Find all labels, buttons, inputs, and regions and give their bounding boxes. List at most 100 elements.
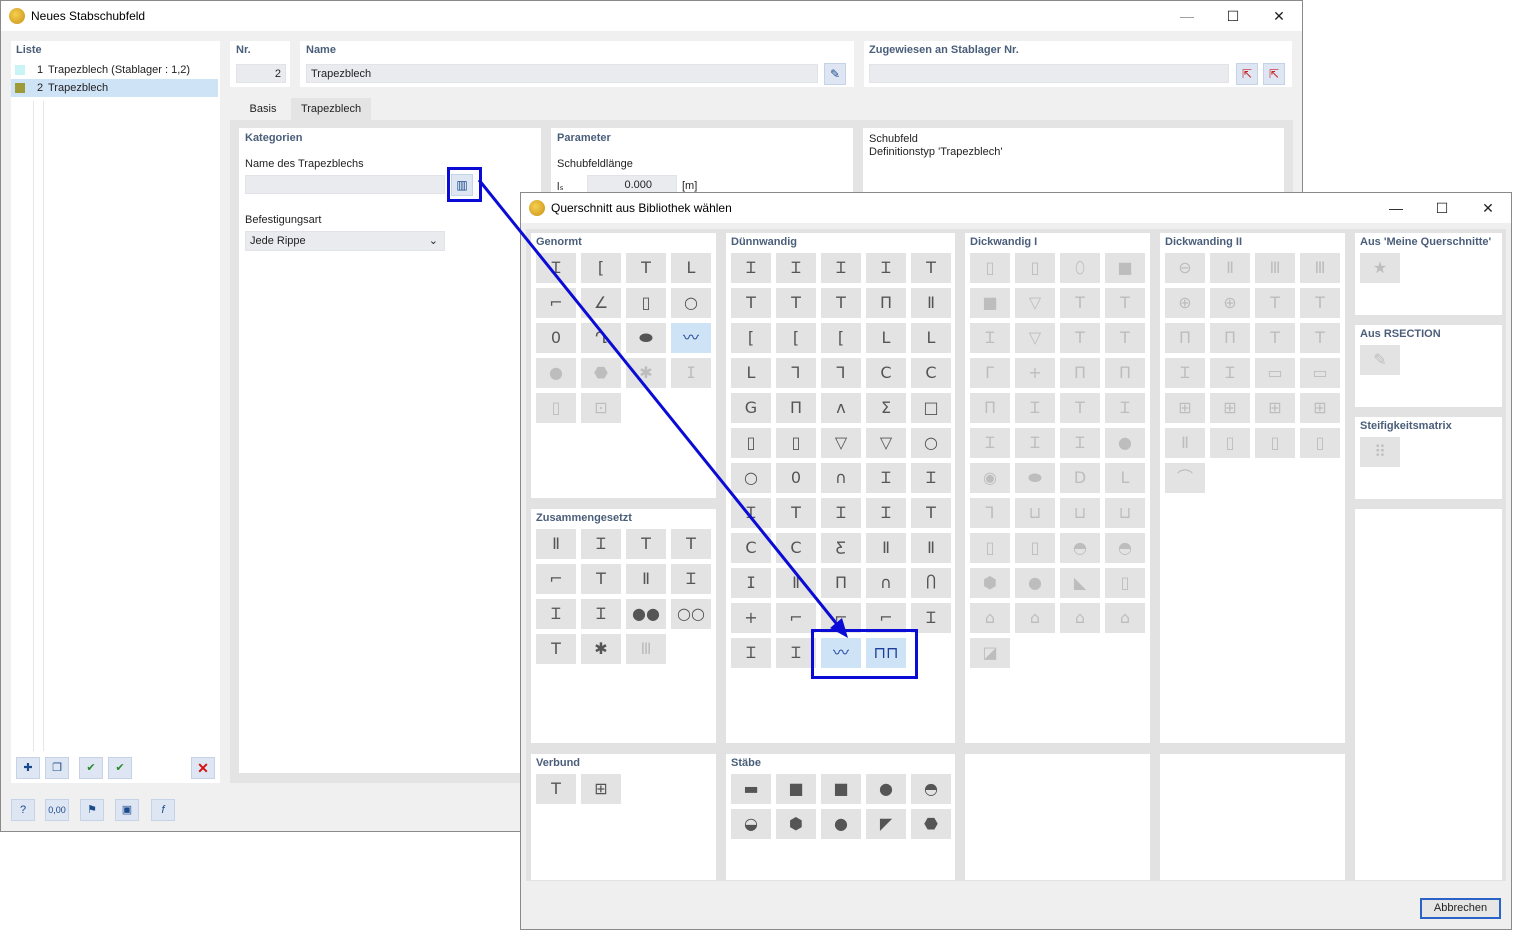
dickwandig1-section-icon[interactable]: T (1060, 288, 1100, 318)
duennwandig-section-icon[interactable]: Ɪ (911, 463, 951, 493)
list-item-selected[interactable]: 2 Trapezblech (11, 79, 218, 97)
duennwandig-section-icon[interactable]: T (776, 498, 816, 528)
duennwandig-section-icon[interactable]: C (776, 533, 816, 563)
function-icon[interactable]: f (151, 799, 175, 821)
duennwandig-section-icon[interactable]: T (911, 498, 951, 528)
genormt-section-icon[interactable]: ⬣ (581, 358, 621, 388)
verbund-section-icon[interactable]: T (536, 774, 576, 804)
duennwandig-section-icon[interactable]: Ɪ (821, 498, 861, 528)
view-icon[interactable]: ▣ (115, 799, 139, 821)
dickwandig1-section-icon[interactable]: ⬬ (1015, 463, 1055, 493)
staebe-section-icon[interactable]: ◓ (911, 774, 951, 804)
genormt-section-icon[interactable]: L (671, 253, 711, 283)
dickwandig1-section-icon[interactable]: ▯ (1015, 533, 1055, 563)
duennwandig-section-icon[interactable]: Ɪ (731, 498, 771, 528)
dickwandig1-section-icon[interactable]: ▽ (1015, 323, 1055, 353)
staebe-section-icon[interactable]: ⬢ (776, 809, 816, 839)
dickwandig2-section-icon[interactable]: ▭ (1255, 358, 1295, 388)
zusammengesetzt-section-icon[interactable]: ●● (626, 599, 666, 629)
list-item[interactable]: 1 Trapezblech (Stablager : 1,2) (11, 61, 218, 79)
duennwandig-section-icon[interactable]: Ⅱ (911, 288, 951, 318)
staebe-section-icon[interactable]: ◒ (731, 809, 771, 839)
dickwandig1-section-icon[interactable]: ▯ (1015, 253, 1055, 283)
zusammengesetzt-section-icon[interactable]: ✱ (581, 634, 621, 664)
staebe-section-icon[interactable]: ● (866, 774, 906, 804)
dickwandig1-section-icon[interactable]: Π (970, 393, 1010, 423)
dickwandig1-section-icon[interactable]: T (1060, 323, 1100, 353)
dickwandig2-section-icon[interactable]: ⌒ (1165, 463, 1205, 493)
duennwandig-section-icon[interactable]: [ (821, 323, 861, 353)
duennwandig-section-icon[interactable]: L (866, 323, 906, 353)
dickwandig1-section-icon[interactable]: ● (1105, 428, 1145, 458)
genormt-section-icon[interactable]: ✱ (626, 358, 666, 388)
dickwandig2-section-icon[interactable]: Ɪ (1165, 358, 1205, 388)
genormt-section-icon[interactable]: ▯ (536, 393, 576, 423)
dickwandig1-section-icon[interactable]: L (1105, 463, 1145, 493)
genormt-section-icon[interactable]: ● (536, 358, 576, 388)
duennwandig-section-icon[interactable]: Ⅱ (776, 568, 816, 598)
duennwandig-section-icon[interactable]: L (911, 323, 951, 353)
duennwandig-section-icon[interactable]: T (911, 253, 951, 283)
dickwandig2-section-icon[interactable]: ⊞ (1255, 393, 1295, 423)
dickwandig1-section-icon[interactable]: ■ (970, 288, 1010, 318)
dickwandig1-section-icon[interactable]: Г (970, 358, 1010, 388)
dickwandig2-section-icon[interactable]: Π (1165, 323, 1205, 353)
duennwandig-section-icon[interactable]: Ɪ (776, 253, 816, 283)
dickwandig1-section-icon[interactable]: ◣ (1060, 568, 1100, 598)
zusammengesetzt-section-icon[interactable]: ⌐ (536, 564, 576, 594)
dickwandig1-section-icon[interactable]: T (1105, 323, 1145, 353)
close-button[interactable]: ✕ (1465, 193, 1511, 223)
duennwandig-section-icon[interactable]: [ (776, 323, 816, 353)
minimize-button[interactable]: — (1373, 193, 1419, 223)
dickwandig1-section-icon[interactable]: ⊔ (1105, 498, 1145, 528)
dickwandig2-section-icon[interactable]: T (1300, 323, 1340, 353)
dickwandig1-section-icon[interactable]: ● (1015, 568, 1055, 598)
steifigkeit-section-icon[interactable]: ⠿ (1360, 437, 1400, 467)
duennwandig-section-icon[interactable]: C (866, 358, 906, 388)
dickwandig1-section-icon[interactable]: Π (1060, 358, 1100, 388)
dickwandig1-section-icon[interactable]: Ɪ (1015, 393, 1055, 423)
dickwandig1-section-icon[interactable]: ⬯ (1060, 253, 1100, 283)
dickwandig2-section-icon[interactable]: ▯ (1210, 428, 1250, 458)
duennwandig-section-icon[interactable]: ▯ (776, 428, 816, 458)
dickwandig1-section-icon[interactable]: T (1060, 393, 1100, 423)
duennwandig-section-icon[interactable]: C (731, 533, 771, 563)
duennwandig-section-icon[interactable]: Ⴖ (911, 568, 951, 598)
genormt-section-icon[interactable]: ⵊ (671, 358, 711, 388)
genormt-section-icon[interactable]: Ղ (581, 323, 621, 353)
dickwandig1-section-icon[interactable]: ◓ (1060, 533, 1100, 563)
genormt-section-icon[interactable]: [ (581, 253, 621, 283)
dickwandig1-section-icon[interactable]: Ɪ (1105, 393, 1145, 423)
zusammengesetzt-section-icon[interactable]: ○○ (671, 599, 711, 629)
dickwandig1-section-icon[interactable]: ⊔ (1060, 498, 1100, 528)
dickwandig1-section-icon[interactable]: Ɪ (1060, 428, 1100, 458)
duennwandig-section-icon[interactable]: Ɪ (731, 638, 771, 668)
dickwandig2-section-icon[interactable]: ⊞ (1210, 393, 1250, 423)
duennwandig-section-icon[interactable]: Ɪ (821, 253, 861, 283)
staebe-section-icon[interactable]: ■ (776, 774, 816, 804)
duennwandig-section-icon[interactable]: Ɪ (866, 498, 906, 528)
duennwandig-section-icon[interactable]: ⌐ (776, 603, 816, 633)
duennwandig-section-icon[interactable]: Ⅱ (911, 533, 951, 563)
staebe-section-icon[interactable]: ◤ (866, 809, 906, 839)
dickwandig2-section-icon[interactable]: T (1255, 288, 1295, 318)
dickwandig1-section-icon[interactable]: ⌂ (1060, 603, 1100, 633)
duennwandig-section-icon[interactable]: Ⅱ (866, 533, 906, 563)
dickwandig1-section-icon[interactable]: ◪ (970, 638, 1010, 668)
zusammengesetzt-section-icon[interactable]: T (581, 564, 621, 594)
dickwandig1-section-icon[interactable]: ◓ (1105, 533, 1145, 563)
dickwandig2-section-icon[interactable]: ▯ (1255, 428, 1295, 458)
duennwandig-section-icon[interactable]: ▯ (731, 428, 771, 458)
duennwandig-section-icon[interactable]: □ (911, 393, 951, 423)
dickwandig2-section-icon[interactable]: Ⅲ (1255, 253, 1295, 283)
pick-support-multi-icon[interactable]: ⇱ (1263, 63, 1285, 85)
dickwandig1-section-icon[interactable]: ⌂ (970, 603, 1010, 633)
duennwandig-section-icon[interactable]: T (821, 288, 861, 318)
duennwandig-section-icon[interactable]: Π (776, 393, 816, 423)
dickwandig1-section-icon[interactable]: Ɪ (1015, 428, 1055, 458)
genormt-section-icon[interactable]: ⌐ (536, 288, 576, 318)
cancel-button[interactable]: Abbrechen (1420, 898, 1501, 919)
help-icon[interactable]: ? (11, 799, 35, 821)
duennwandig-section-icon[interactable]: Ꞁ (821, 358, 861, 388)
duennwandig-section-icon[interactable]: Ɪ (731, 253, 771, 283)
